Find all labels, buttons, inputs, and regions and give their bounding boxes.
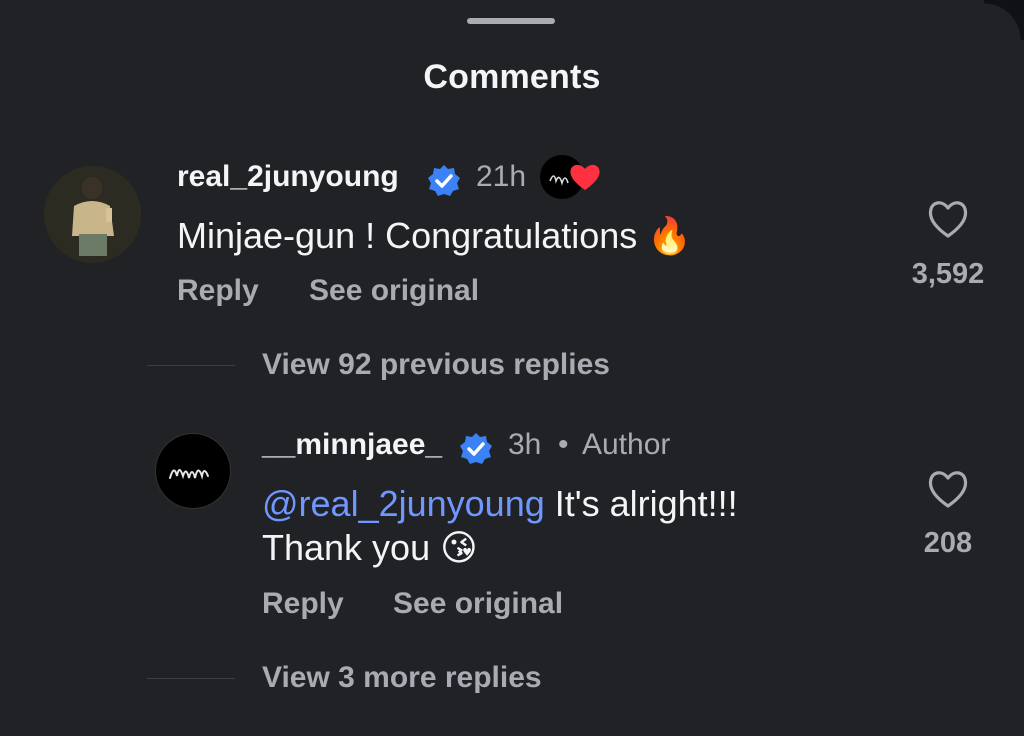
kiss-emoji: 😘 [440,527,478,568]
verified-badge-icon [460,433,492,464]
sheet-corner [984,0,1024,40]
replies-divider [147,678,235,679]
comment-body-line1: It's alright!!! [544,483,738,524]
verified-badge-icon [428,165,460,196]
red-heart-icon [570,164,600,190]
comment-body: Minjae-gun ! Congratulations [177,215,638,256]
comment-time: 21h [476,160,527,193]
view-previous-replies-button[interactable]: View 92 previous replies [262,348,610,382]
username[interactable]: __minnjaee_ [262,428,442,462]
mention-text[interactable]: @real_2junyoung [262,483,545,524]
meta-separator: • [558,428,569,461]
author-label: Author [582,428,671,461]
comment-time: 3h [508,428,542,461]
username[interactable]: real_2junyoung [177,160,399,194]
see-original-button[interactable]: See original [309,274,479,308]
drag-handle[interactable] [467,18,555,24]
comment-text: Minjae-gun ! Congratulations 🔥 [177,214,692,258]
view-more-replies-button[interactable]: View 3 more replies [262,661,542,695]
see-original-button[interactable]: See original [393,587,563,621]
heart-outline-icon[interactable] [926,468,970,510]
comment-text: @real_2junyoung It's alright!!! Thank yo… [262,482,738,570]
comment-body-line2: Thank you [262,527,431,568]
avatar-minnjaee[interactable] [155,433,231,509]
avatar-real-2junyoung[interactable] [44,166,141,263]
reply-button[interactable]: Reply [262,587,344,621]
mention-link[interactable]: @real_2junyoung [262,483,545,524]
heart-outline-icon[interactable] [926,198,970,240]
like-count: 3,592 [911,258,985,290]
like-count: 208 [923,527,973,559]
fire-emoji: 🔥 [647,215,693,256]
replies-divider [147,365,235,366]
reply-button[interactable]: Reply [177,274,259,308]
sheet-title: Comments [423,58,601,96]
